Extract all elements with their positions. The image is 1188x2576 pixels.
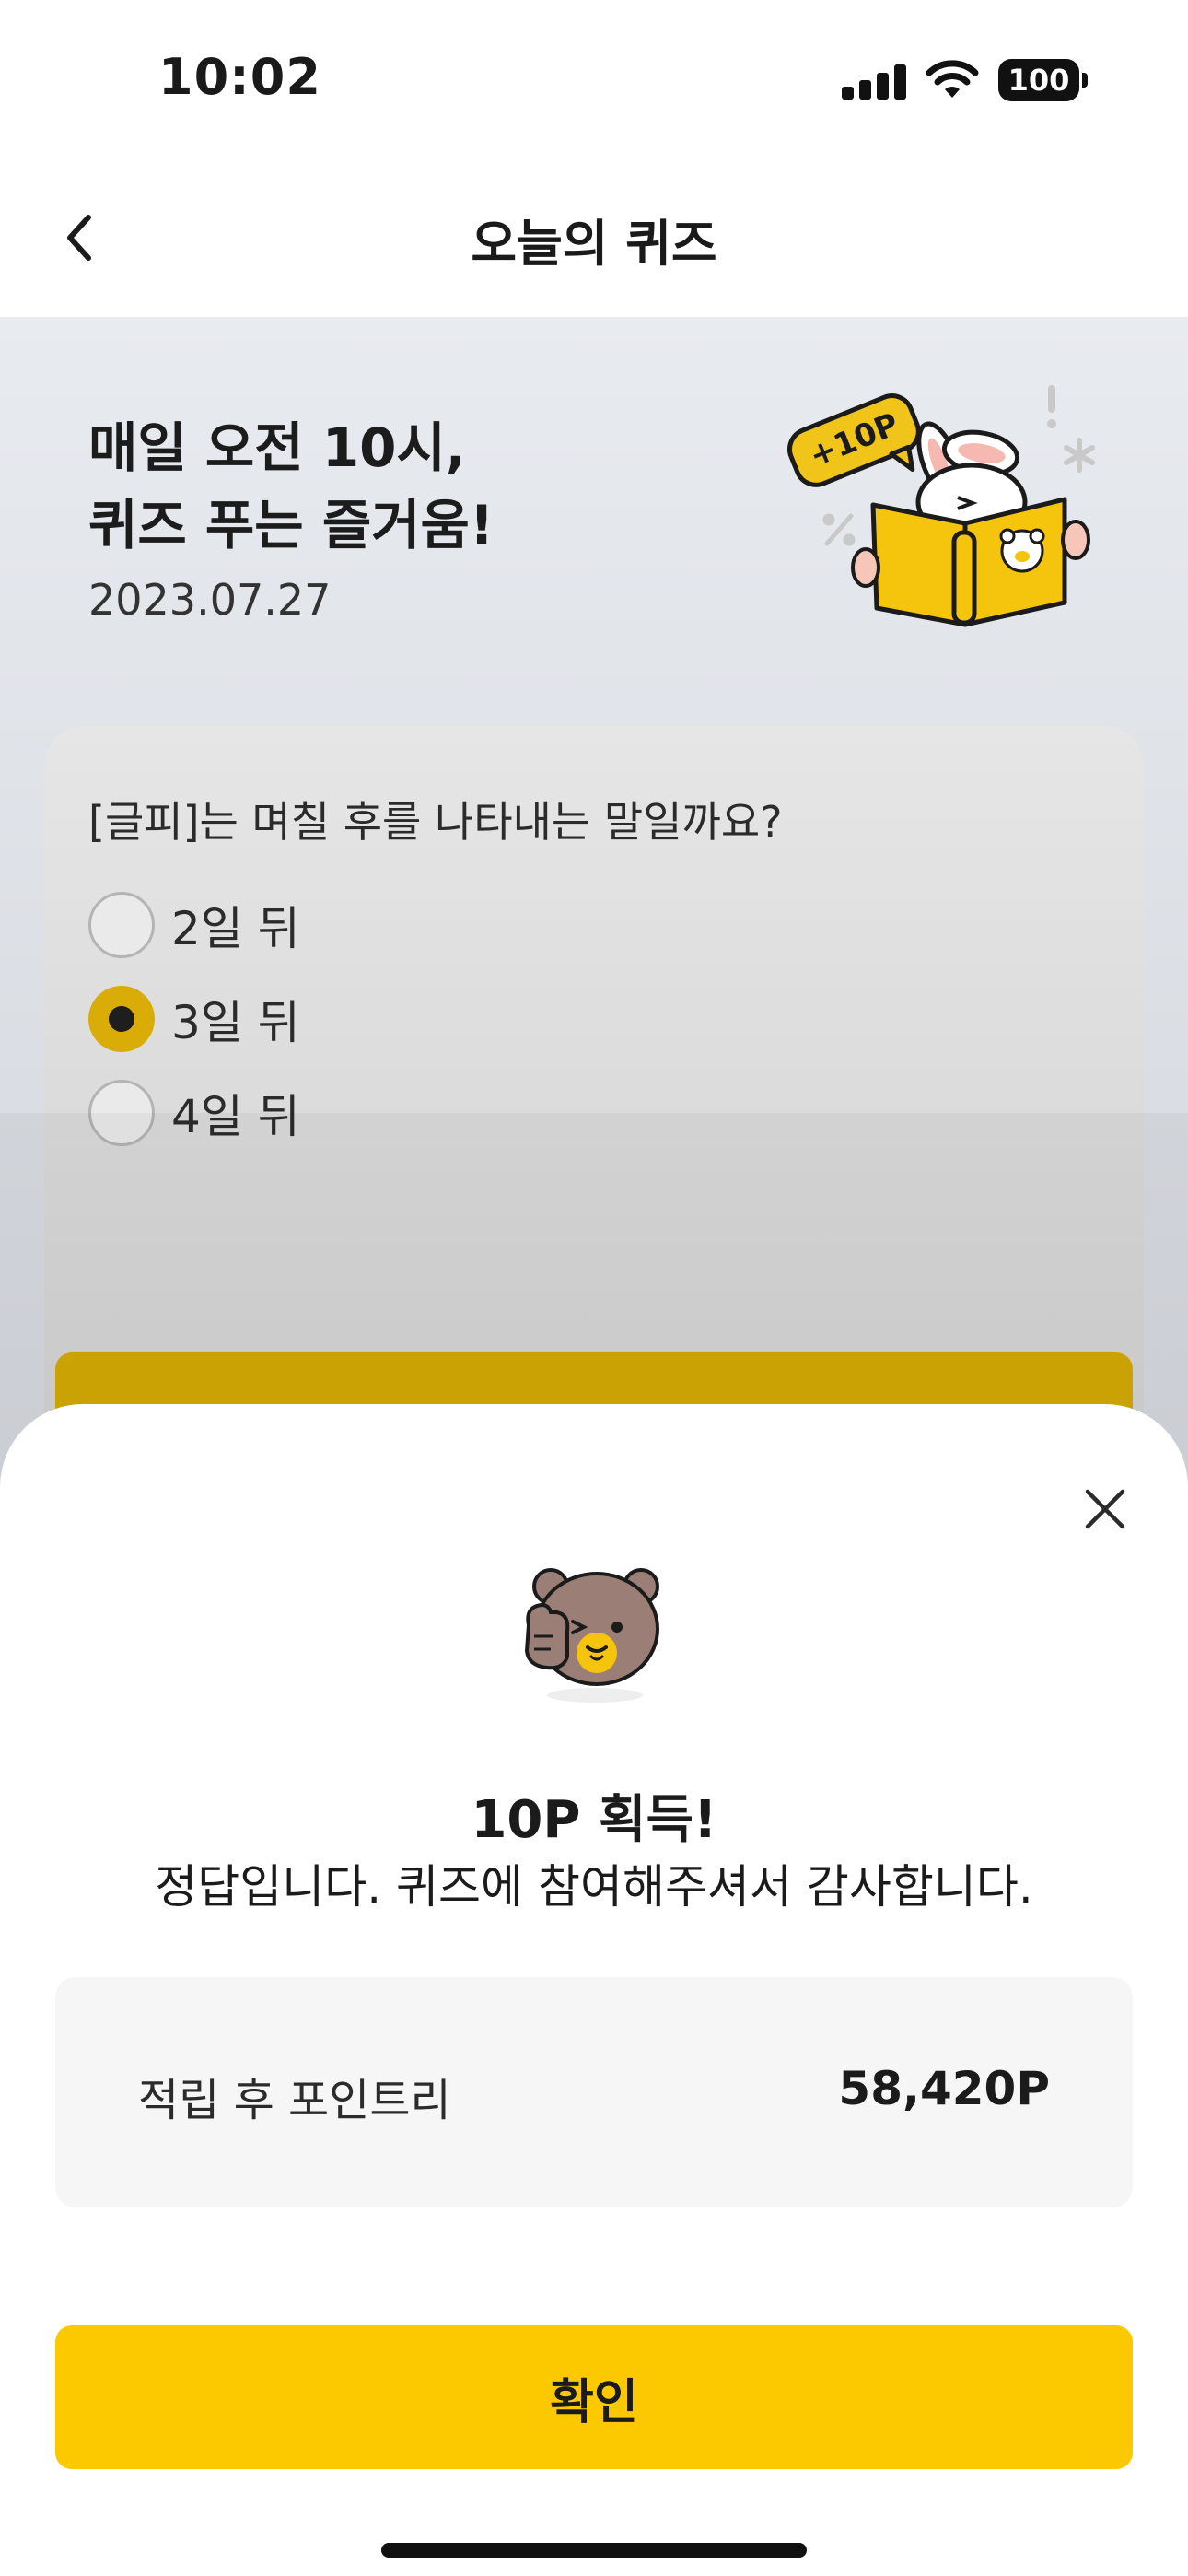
bear-thumbs-up-icon [524, 1568, 659, 1703]
home-indicator[interactable] [381, 2543, 807, 2558]
wifi-icon [926, 60, 979, 98]
quiz-option-label: 3일 뒤 [171, 996, 300, 1049]
quiz-question: [글피]는 며칠 후를 나타내는 말일까요? [88, 797, 783, 847]
hero-title: 매일 오전 10시, 퀴즈 푸는 즐거움! [88, 409, 494, 564]
points-label: 적립 후 포인트리 [138, 2075, 451, 2126]
reward-title: 10P 획득! [471, 1790, 717, 1850]
radio-button[interactable] [88, 892, 155, 958]
hero-title-line2: 퀴즈 푸는 즐거움! [88, 494, 495, 556]
close-icon [1085, 1489, 1125, 1529]
battery-icon: 100 [998, 59, 1088, 101]
cellular-signal-icon [842, 64, 906, 100]
quiz-option-label: 2일 뒤 [171, 902, 300, 955]
nav-header: 오늘의 퀴즈 [0, 158, 1188, 317]
reward-message: 정답입니다. 퀴즈에 참여해주셔서 감사합니다. [155, 1860, 1033, 1914]
confirm-button[interactable]: 확인 [55, 2325, 1133, 2469]
status-time: 10:02 [158, 48, 321, 106]
page-title: 오늘의 퀴즈 [471, 215, 717, 273]
quiz-date: 2023.07.27 [88, 575, 332, 625]
quiz-option-2[interactable]: 3일 뒤 [88, 986, 300, 1052]
hero-title-line1: 매일 오전 10시, [88, 416, 466, 479]
points-value: 58,420P [838, 2062, 1050, 2115]
status-bar: 10:02 100 [0, 0, 1188, 158]
quiz-option-1[interactable]: 2일 뒤 [88, 892, 300, 958]
close-button[interactable] [1070, 1474, 1140, 1544]
result-bottom-sheet: 10P 획득! 정답입니다. 퀴즈에 참여해주셔서 감사합니다. 적립 후 포인… [0, 1404, 1188, 2576]
rabbit-reading-book-illustration: +10P [787, 385, 1095, 627]
radio-button-selected[interactable] [88, 986, 155, 1052]
points-summary: 적립 후 포인트리 58,420P [55, 1977, 1133, 2207]
